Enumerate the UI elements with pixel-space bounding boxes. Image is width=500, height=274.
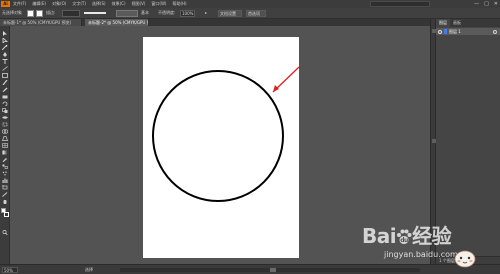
doc-setup-button[interactable]: 文档设置 <box>218 10 242 17</box>
layers-panel-tabs: 图层 画板 <box>436 19 500 27</box>
eyedropper-icon[interactable] <box>2 157 8 162</box>
selection-tool-icon[interactable] <box>2 31 8 36</box>
menu-bar: Ai 文件(F) 编辑(E) 对象(O) 文字(T) 选择(S) 效果(C) 视… <box>0 0 500 8</box>
stroke-weight-field[interactable] <box>62 10 80 17</box>
search-field[interactable] <box>370 1 430 7</box>
style-label: 基本 <box>141 10 149 15</box>
menu-window[interactable]: 窗口(W) <box>151 1 166 7</box>
stroke-profile-preview[interactable] <box>84 12 106 14</box>
width-icon[interactable] <box>2 115 8 120</box>
perspective-icon[interactable] <box>2 136 8 141</box>
blend-icon[interactable] <box>2 164 8 169</box>
pen-tool-icon[interactable] <box>2 52 8 57</box>
fill-swatch[interactable] <box>27 10 34 17</box>
tab-document-2[interactable]: 未标题-2* @ 50% (CMYK/GPU 预览) <box>85 19 149 26</box>
gradient-icon[interactable] <box>2 150 8 155</box>
style-dropdown[interactable]: ▸ <box>205 10 207 16</box>
type-tool-icon[interactable] <box>2 59 8 64</box>
layer-row[interactable]: 图层 1 <box>436 28 500 35</box>
stroke-label: 描边: <box>46 10 56 15</box>
artboard-tool-icon[interactable] <box>2 185 8 190</box>
circle-shape[interactable] <box>152 70 284 202</box>
watermark-logo: Bai du 经验 <box>362 220 452 249</box>
visibility-eye-icon[interactable] <box>438 29 442 34</box>
stroke-color-swatch[interactable] <box>4 212 9 217</box>
brush-definition-select[interactable] <box>116 10 138 17</box>
menu-object[interactable]: 对象(O) <box>52 1 66 7</box>
annotation-arrow-icon <box>272 66 300 93</box>
baidu-watermark: Bai du 经验 jingyan.baidu.com <box>362 214 498 270</box>
line-tool-icon[interactable] <box>2 66 8 71</box>
menu-effect[interactable]: 效果(C) <box>112 1 126 7</box>
tools-panel <box>0 26 10 264</box>
free-transform-icon[interactable] <box>2 122 8 127</box>
mascot-icon <box>454 250 476 268</box>
zoom-icon[interactable] <box>2 230 8 235</box>
menu-items: 文件(F) 编辑(E) 对象(O) 文字(T) 选择(S) 效果(C) 视图(V… <box>13 1 187 7</box>
paw-icon: du <box>396 226 412 244</box>
pencil-icon[interactable] <box>2 87 8 92</box>
minimize-button[interactable]: — <box>474 0 479 8</box>
svg-text:du: du <box>400 237 408 244</box>
slice-icon[interactable] <box>2 192 8 197</box>
close-button[interactable]: ✕ <box>494 0 498 8</box>
menu-type[interactable]: 文字(T) <box>72 1 86 7</box>
column-graph-icon[interactable] <box>2 178 8 183</box>
watermark-url: jingyan.baidu.com <box>384 250 458 259</box>
control-bar: 无选择对象 描边: 基本 不透明度: 100% ▸ 文档设置 首选项 <box>0 8 500 19</box>
app-logo: Ai <box>1 1 10 7</box>
scale-icon[interactable] <box>2 108 8 113</box>
layer-color-swatch <box>444 29 447 34</box>
magic-wand-icon[interactable] <box>2 45 8 50</box>
layer-target-icon[interactable] <box>493 29 497 34</box>
fill-stroke-swatches[interactable] <box>1 208 9 218</box>
tab-layers[interactable]: 图层 <box>436 19 450 27</box>
tab-document-1[interactable]: 未标题-1* @ 50% (CMYK/GPU 预览) <box>0 19 82 26</box>
opacity-label: 不透明度: <box>158 10 176 15</box>
mesh-icon[interactable] <box>2 143 8 148</box>
hand-icon[interactable] <box>2 199 8 204</box>
menu-file[interactable]: 文件(F) <box>13 1 26 7</box>
direct-selection-icon[interactable] <box>2 38 8 43</box>
selection-status-label: 无选择对象 <box>2 10 22 15</box>
rotate-icon[interactable] <box>2 101 8 106</box>
preferences-button[interactable]: 首选项 <box>246 10 266 17</box>
menu-view[interactable]: 视图(V) <box>132 1 146 7</box>
layer-name: 图层 1 <box>449 29 461 34</box>
zoom-level-field[interactable]: 50% <box>2 267 18 273</box>
menu-help[interactable]: 帮助(H) <box>172 1 186 7</box>
document-tabs: 未标题-1* @ 50% (CMYK/GPU 预览) 未标题-2* @ 50% … <box>0 19 500 26</box>
eraser-icon[interactable] <box>2 94 8 99</box>
symbol-sprayer-icon[interactable] <box>2 171 8 176</box>
opacity-field[interactable]: 100% <box>180 10 195 17</box>
shape-builder-icon[interactable] <box>2 129 8 134</box>
paintbrush-icon[interactable] <box>2 80 8 85</box>
watermark-logo-right: 经验 <box>412 224 452 248</box>
rectangle-tool-icon[interactable] <box>2 73 8 78</box>
menu-edit[interactable]: 编辑(E) <box>32 1 46 7</box>
watermark-logo-left: Bai <box>362 224 397 248</box>
stroke-swatch[interactable] <box>36 10 43 17</box>
window-controls: — □ ✕ <box>474 0 498 8</box>
scrollbar-thumb[interactable] <box>270 268 276 272</box>
menu-select[interactable]: 选择(S) <box>92 1 106 7</box>
maximize-button[interactable]: □ <box>484 0 489 8</box>
tab-artboards[interactable]: 画板 <box>450 19 464 27</box>
status-text: 选择 <box>85 267 93 272</box>
